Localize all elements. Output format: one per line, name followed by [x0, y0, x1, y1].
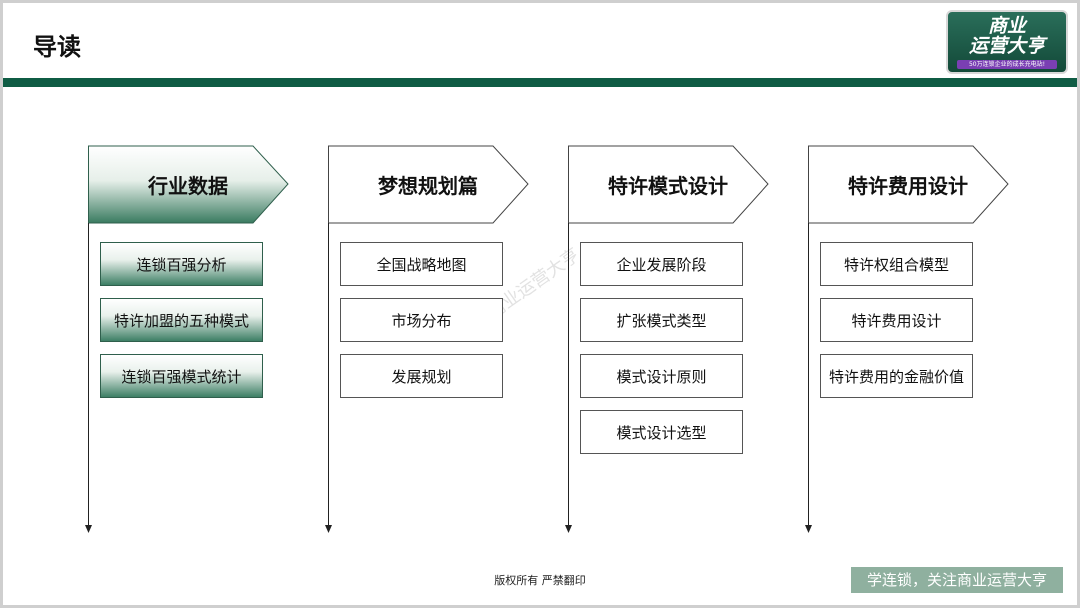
logo-tagline: 50万连锁企业的成长充电站!: [957, 60, 1057, 69]
page-title: 导读: [33, 33, 81, 61]
list-item[interactable]: 连锁百强分析: [100, 242, 263, 286]
brand-logo: 商业 运营大亨 50万连锁企业的成长充电站!: [946, 10, 1068, 74]
list-item[interactable]: 特许费用的金融价值: [820, 354, 973, 398]
logo-line1: 商业: [987, 15, 1026, 37]
list-item[interactable]: 特许权组合模型: [820, 242, 973, 286]
list-item[interactable]: 企业发展阶段: [580, 242, 743, 286]
follow-badge[interactable]: 学连锁，关注商业运营大亨: [851, 567, 1063, 593]
slide: 导读 商业 运营大亨 50万连锁企业的成长充电站! 商业运营大亨 行业数据 连锁…: [3, 3, 1077, 605]
column-title: 行业数据: [148, 174, 228, 198]
list-item[interactable]: 特许加盟的五种模式: [100, 298, 263, 342]
column-industry-data[interactable]: 行业数据 连锁百强分析 特许加盟的五种模式 连锁百强模式统计: [85, 143, 318, 533]
logo-line2: 运营大亨: [968, 35, 1045, 57]
column-title: 梦想规划篇: [378, 174, 478, 198]
list-item[interactable]: 连锁百强模式统计: [100, 354, 263, 398]
list-item[interactable]: 市场分布: [340, 298, 503, 342]
list-item[interactable]: 扩张模式类型: [580, 298, 743, 342]
list-item[interactable]: 全国战略地图: [340, 242, 503, 286]
header-divider: [3, 78, 1077, 87]
list-item[interactable]: 特许费用设计: [820, 298, 973, 342]
column-dream-planning[interactable]: 梦想规划篇 全国战略地图 市场分布 发展规划: [325, 143, 558, 533]
list-item[interactable]: 发展规划: [340, 354, 503, 398]
list-item[interactable]: 模式设计原则: [580, 354, 743, 398]
column-franchise-model[interactable]: 特许模式设计 企业发展阶段 扩张模式类型 模式设计原则 模式设计选型: [565, 143, 798, 533]
column-title: 特许费用设计: [848, 174, 968, 198]
column-title: 特许模式设计: [608, 174, 728, 198]
list-item[interactable]: 模式设计选型: [580, 410, 743, 454]
column-franchise-fee[interactable]: 特许费用设计 特许权组合模型 特许费用设计 特许费用的金融价值: [805, 143, 1038, 533]
